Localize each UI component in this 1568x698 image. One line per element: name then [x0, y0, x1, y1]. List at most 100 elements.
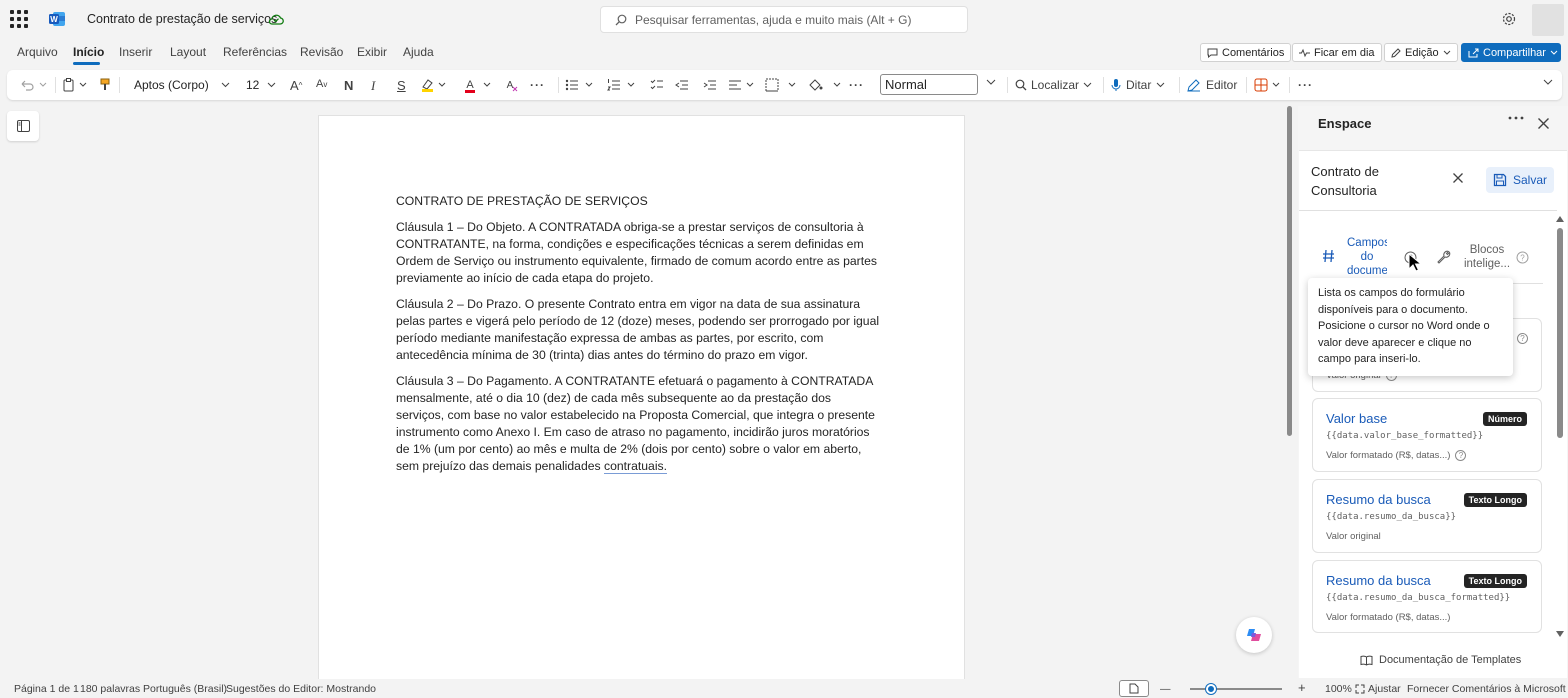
tab-blocos-label: Blocos intelige... [1463, 244, 1511, 270]
tab-arquivo[interactable]: Arquivo [17, 45, 58, 59]
borders-icon[interactable] [765, 78, 805, 92]
font-family-select[interactable]: Aptos (Corpo) [129, 75, 235, 95]
share-label: Compartilhar [1483, 46, 1546, 59]
font-size-select[interactable]: 12 [241, 75, 281, 95]
clause-paragraph[interactable]: Cláusula 2 – Do Prazo. O presente Contra… [396, 296, 882, 364]
editor-button[interactable]: Editor [1187, 78, 1237, 92]
document-title[interactable]: Contrato de prestação de serviços [87, 12, 277, 26]
editing-mode-button[interactable]: Edição [1384, 43, 1458, 62]
style-select[interactable]: Normal [880, 74, 978, 95]
editor-suggestions-status[interactable]: Sugestões do Editor: Mostrando [226, 683, 376, 695]
tab-layout[interactable]: Layout [170, 45, 206, 59]
field-card[interactable]: Valor base Número {{data.valor_base_form… [1312, 398, 1542, 472]
addins-icon[interactable] [1254, 78, 1282, 92]
document-scrollbar[interactable] [1287, 106, 1292, 436]
documentation-link[interactable]: Documentação de Templates [1360, 654, 1521, 666]
expand-ribbon-icon[interactable] [1542, 78, 1554, 86]
close-icon[interactable] [1537, 117, 1550, 130]
scroll-up-icon[interactable] [1556, 216, 1564, 222]
search-icon [1015, 79, 1027, 91]
clause-paragraph[interactable]: Cláusula 1 – Do Objeto. A CONTRATADA obr… [396, 219, 882, 287]
increase-indent-icon[interactable] [703, 78, 717, 92]
save-button[interactable]: Salvar [1486, 167, 1554, 193]
scroll-down-icon[interactable] [1556, 631, 1564, 637]
document-heading[interactable]: CONTRATO DE PRESTAÇÃO DE SERVIÇOS [396, 193, 882, 210]
word-count[interactable]: 180 palavras [80, 683, 140, 695]
highlight-icon[interactable] [420, 78, 450, 92]
app-launcher-icon[interactable] [10, 10, 28, 28]
checklist-icon[interactable] [650, 78, 664, 92]
numbering-icon[interactable] [607, 78, 637, 92]
avatar[interactable] [1532, 4, 1564, 36]
format-painter-icon[interactable] [99, 78, 111, 92]
fit-label: Ajustar [1368, 683, 1401, 695]
undo-icon[interactable] [19, 78, 49, 92]
tab-referencias[interactable]: Referências [223, 45, 287, 59]
tab-inicio[interactable]: Início [73, 45, 104, 59]
field-type-badge: Número [1482, 412, 1527, 426]
comments-button[interactable]: Comentários [1200, 43, 1292, 62]
help-icon[interactable]: ? [1516, 251, 1529, 264]
search-box[interactable]: Pesquisar ferramentas, ajuda e muito mai… [600, 6, 968, 33]
editor-suggestion-word[interactable]: contratuais. [604, 459, 668, 474]
language-indicator[interactable]: Português (Brasil) [143, 683, 227, 695]
clause-paragraph[interactable]: Cláusula 3 – Do Pagamento. A CONTRATANTE… [396, 373, 882, 475]
paste-icon[interactable] [62, 78, 90, 92]
mouse-cursor-icon [1408, 253, 1422, 273]
tab-blocos-inteligentes[interactable]: Blocos intelige... [1436, 243, 1515, 271]
zoom-out-icon[interactable]: — [1160, 683, 1171, 695]
tab-inserir[interactable]: Inserir [119, 45, 152, 59]
more-icon[interactable] [1508, 115, 1524, 121]
bold-icon[interactable]: N [344, 78, 353, 93]
catch-up-button[interactable]: Ficar em dia [1292, 43, 1382, 62]
clear-formatting-icon[interactable]: A [505, 78, 519, 92]
field-card[interactable]: Resumo da busca Texto Longo {{data.resum… [1312, 479, 1542, 553]
feedback-link[interactable]: Fornecer Comentários à Microsoft [1407, 683, 1566, 695]
field-card[interactable]: Resumo da busca Texto Longo {{data.resum… [1312, 560, 1542, 633]
underline-icon[interactable]: S [397, 78, 406, 93]
align-icon[interactable] [728, 78, 758, 92]
tab-revisao[interactable]: Revisão [300, 45, 343, 59]
more-icon[interactable]: ··· [1298, 78, 1313, 92]
more-icon[interactable]: ··· [849, 78, 864, 92]
dictate-button[interactable]: Ditar [1111, 78, 1165, 92]
tooltip: Lista os campos do formulário disponívei… [1308, 278, 1513, 376]
pane-title: Enspace [1318, 116, 1372, 131]
zoom-in-icon[interactable]: + [1298, 680, 1306, 695]
zoom-slider-thumb[interactable] [1206, 684, 1216, 694]
field-description: Valor original [1326, 531, 1381, 542]
help-icon[interactable]: ? [1517, 333, 1528, 344]
font-color-icon[interactable]: A [463, 78, 493, 93]
tab-campos-documento[interactable]: Campos do docume [1322, 236, 1387, 276]
pane-scrollbar[interactable] [1557, 228, 1563, 438]
tab-ajuda[interactable]: Ajuda [403, 45, 434, 59]
print-layout-icon[interactable] [1119, 680, 1149, 697]
shrink-font-icon[interactable]: Av [316, 78, 327, 90]
zoom-level[interactable]: 100% [1325, 683, 1352, 695]
chevron-down-icon [267, 82, 276, 88]
italic-icon[interactable]: I [371, 78, 375, 94]
close-icon[interactable] [1452, 172, 1464, 184]
field-type-badge: Texto Longo [1463, 493, 1527, 507]
help-icon[interactable]: ? [1455, 450, 1467, 461]
bullets-icon[interactable] [565, 78, 595, 92]
find-button[interactable]: Localizar [1015, 78, 1092, 92]
cloud-saved-icon[interactable] [268, 12, 284, 26]
page-count[interactable]: Página 1 de 1 [14, 683, 79, 695]
svg-text:A: A [507, 80, 514, 91]
share-button[interactable]: Compartilhar [1461, 43, 1561, 62]
chevron-down-icon[interactable] [985, 78, 997, 86]
document-body[interactable]: CONTRATO DE PRESTAÇÃO DE SERVIÇOS Cláusu… [396, 193, 882, 484]
chevron-down-icon [1156, 82, 1165, 88]
shading-icon[interactable] [808, 78, 848, 92]
gear-icon[interactable] [1501, 11, 1517, 27]
tab-exibir[interactable]: Exibir [357, 45, 387, 59]
copilot-icon[interactable] [1236, 617, 1272, 653]
microphone-icon [1111, 78, 1121, 92]
fit-button[interactable]: Ajustar [1355, 683, 1401, 695]
decrease-indent-icon[interactable] [675, 78, 689, 92]
navigation-pane-icon[interactable] [7, 111, 39, 141]
zoom-slider[interactable] [1190, 688, 1282, 690]
more-icon[interactable]: ··· [530, 78, 545, 92]
grow-font-icon[interactable]: A ^ [290, 78, 302, 93]
